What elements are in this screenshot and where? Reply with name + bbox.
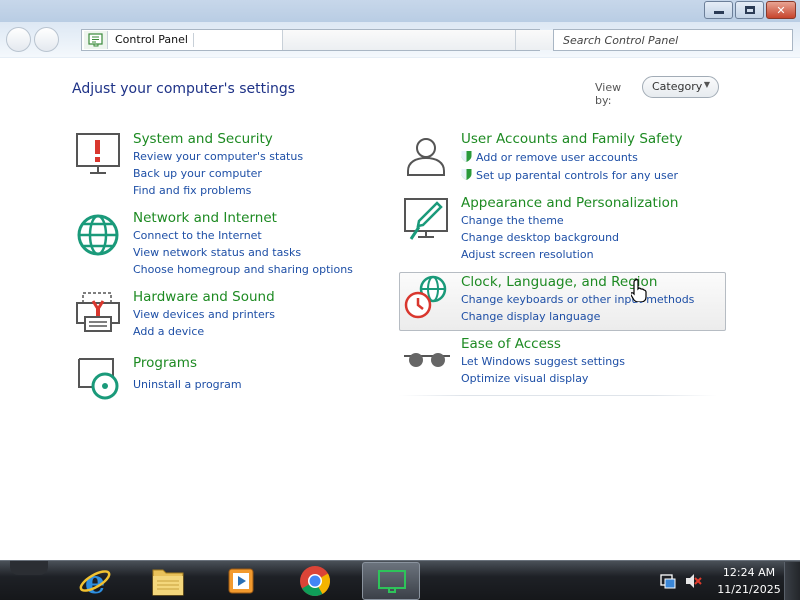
- divider: [399, 395, 717, 396]
- shield-icon: [461, 169, 472, 180]
- link-devices-printers[interactable]: View devices and printers: [133, 308, 275, 321]
- programs-disc-icon[interactable]: [75, 355, 123, 403]
- taskbar-media-player[interactable]: [212, 562, 270, 600]
- link-add-device[interactable]: Add a device: [133, 325, 204, 338]
- start-button[interactable]: [10, 561, 48, 575]
- page-title: Adjust your computer's settings: [72, 81, 296, 97]
- ease-of-access-glasses-icon[interactable]: [403, 336, 451, 384]
- shield-icon: [461, 151, 472, 162]
- chevron-down-icon: ▼: [703, 80, 710, 89]
- category-title[interactable]: User Accounts and Family Safety: [461, 131, 683, 147]
- file-explorer-icon: [152, 569, 184, 596]
- search-input[interactable]: Search Control Panel: [553, 29, 793, 51]
- taskbar: e: [0, 560, 800, 600]
- link-label: Add or remove user accounts: [476, 151, 638, 164]
- address-bar[interactable]: Control Panel: [81, 29, 596, 51]
- security-monitor-icon[interactable]: [75, 131, 123, 179]
- category-title[interactable]: Clock, Language, and Region: [461, 274, 657, 290]
- close-icon: ✕: [776, 3, 786, 17]
- internet-explorer-icon: e: [79, 563, 111, 600]
- link-network-status[interactable]: View network status and tasks: [133, 246, 301, 259]
- printer-icon[interactable]: [75, 289, 123, 337]
- clock-globe-icon[interactable]: [403, 274, 451, 322]
- taskbar-chrome[interactable]: [286, 562, 344, 600]
- link-suggest-settings[interactable]: Let Windows suggest settings: [461, 355, 625, 368]
- address-dropdown-button[interactable]: [515, 30, 539, 50]
- link-connect-internet[interactable]: Connect to the Internet: [133, 229, 262, 242]
- minimize-button[interactable]: [704, 1, 733, 19]
- link-find-fix[interactable]: Find and fix problems: [133, 184, 251, 197]
- network-globe-icon[interactable]: [75, 210, 123, 258]
- hand-cursor-icon: [631, 278, 647, 302]
- link-desktop-background[interactable]: Change desktop background: [461, 231, 619, 244]
- title-bar: ✕: [0, 0, 800, 22]
- control-panel-icon: [378, 570, 406, 593]
- action-center-icon[interactable]: [660, 573, 676, 589]
- svg-text:e: e: [85, 563, 105, 600]
- breadcrumb-control-panel[interactable]: Control Panel: [115, 33, 194, 47]
- category-title[interactable]: Hardware and Sound: [133, 289, 275, 305]
- taskbar-clock-date[interactable]: 11/21/2025: [714, 583, 784, 596]
- category-title[interactable]: Network and Internet: [133, 210, 277, 226]
- link-add-remove-users[interactable]: Add or remove user accounts: [461, 150, 638, 164]
- category-title[interactable]: System and Security: [133, 131, 273, 147]
- link-change-keyboards[interactable]: Change keyboards or other input methods: [461, 293, 694, 306]
- control-panel-icon: [84, 31, 108, 49]
- media-player-icon: [228, 568, 254, 594]
- link-review-status[interactable]: Review your computer's status: [133, 150, 303, 163]
- navigation-bar: Control Panel Search Control Panel: [0, 22, 800, 58]
- maximize-icon: [744, 6, 755, 14]
- link-optimize-display[interactable]: Optimize visual display: [461, 372, 588, 385]
- paintbrush-monitor-icon[interactable]: [403, 195, 451, 243]
- link-uninstall-program[interactable]: Uninstall a program: [133, 378, 242, 391]
- users-icon[interactable]: [403, 131, 451, 179]
- taskbar-clock-time[interactable]: 12:24 AM: [722, 566, 776, 579]
- link-display-language[interactable]: Change display language: [461, 310, 600, 323]
- link-homegroup[interactable]: Choose homegroup and sharing options: [133, 263, 353, 276]
- category-title[interactable]: Appearance and Personalization: [461, 195, 678, 211]
- view-by-label: View by:: [595, 81, 622, 107]
- link-back-up[interactable]: Back up your computer: [133, 167, 262, 180]
- category-title[interactable]: Programs: [133, 355, 197, 371]
- link-screen-resolution[interactable]: Adjust screen resolution: [461, 248, 594, 261]
- view-by-selected: Category: [652, 80, 703, 93]
- link-label: Set up parental controls for any user: [476, 169, 679, 182]
- category-title[interactable]: Ease of Access: [461, 336, 561, 352]
- show-desktop-button[interactable]: [784, 562, 800, 600]
- link-parental-controls[interactable]: Set up parental controls for any user: [461, 168, 678, 182]
- taskbar-internet-explorer[interactable]: e: [66, 562, 124, 600]
- minimize-icon: [713, 11, 724, 14]
- taskbar-file-explorer[interactable]: [139, 562, 197, 600]
- taskbar-control-panel[interactable]: [362, 562, 420, 600]
- maximize-button[interactable]: [735, 1, 764, 19]
- speaker-muted-icon[interactable]: [684, 573, 702, 589]
- view-by-dropdown[interactable]: Category ▼: [642, 76, 719, 98]
- forward-button[interactable]: [34, 27, 59, 52]
- address-empty-area[interactable]: [282, 30, 596, 50]
- close-button[interactable]: ✕: [766, 1, 796, 19]
- link-change-theme[interactable]: Change the theme: [461, 214, 564, 227]
- chrome-icon: [300, 566, 331, 597]
- back-button[interactable]: [6, 27, 31, 52]
